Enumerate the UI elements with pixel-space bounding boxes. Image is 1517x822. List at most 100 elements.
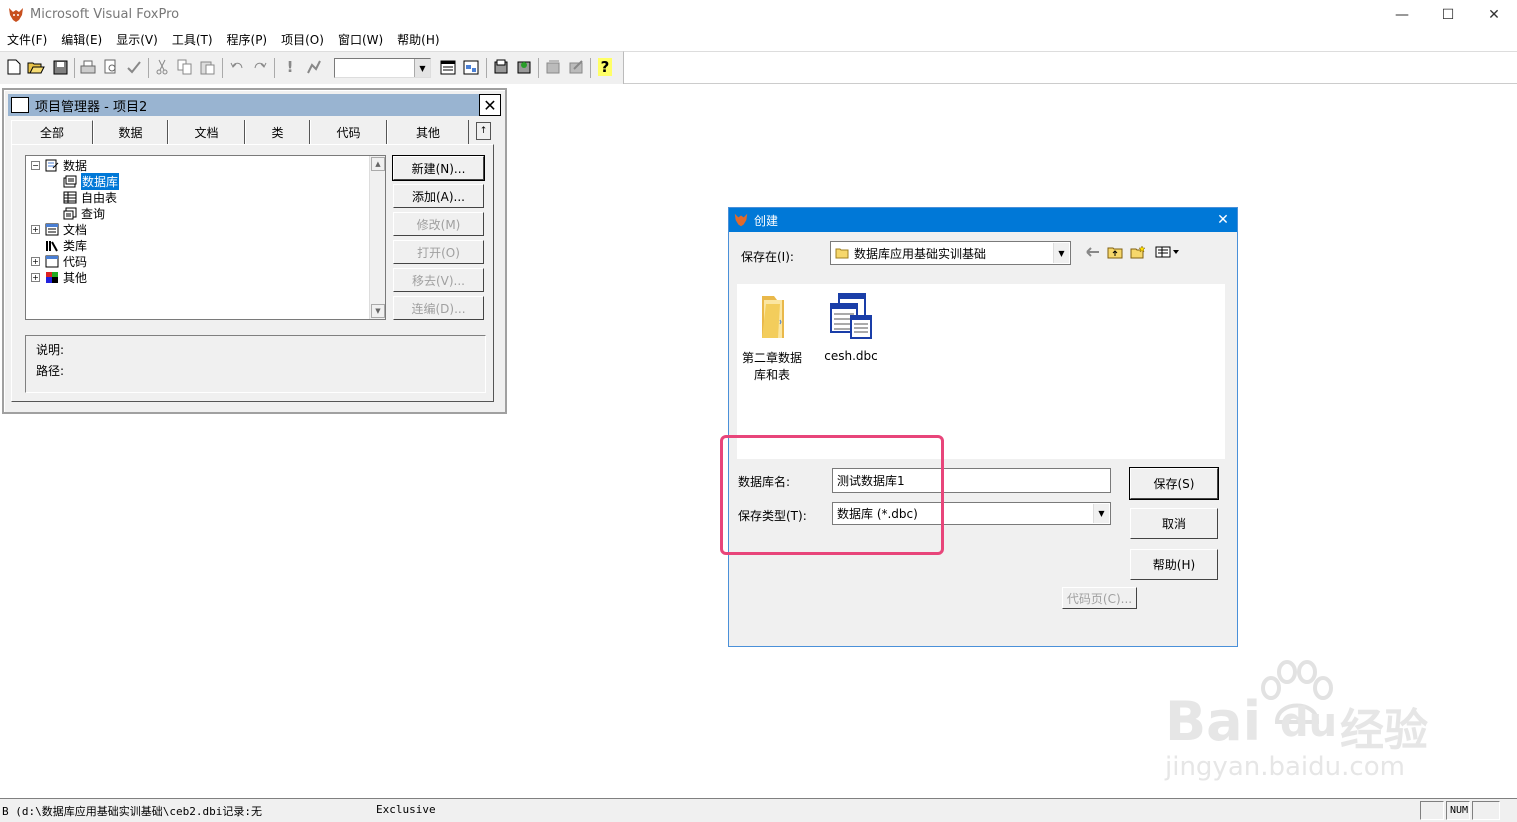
project-manager-titlebar[interactable]: 项目管理器 - 项目2 ✕ xyxy=(8,94,501,116)
file-item-folder[interactable]: 第二章数据库和表 xyxy=(741,292,803,383)
chevron-down-icon[interactable]: ▼ xyxy=(1093,504,1109,523)
app-titlebar: Microsoft Visual FoxPro — ☐ ✕ xyxy=(0,0,1517,29)
watermark-brand: Bai xyxy=(1165,690,1262,753)
tab-all[interactable]: 全部 xyxy=(11,120,93,144)
print-icon[interactable] xyxy=(78,57,98,77)
tree-item-label: 其他 xyxy=(63,270,88,285)
tab-scroll-button[interactable]: ↑ xyxy=(476,122,491,140)
open-button[interactable]: 打开(O) xyxy=(393,240,484,264)
tab-classes[interactable]: 类 xyxy=(245,120,310,144)
standard-toolbar: ! ▼ ? xyxy=(0,51,624,84)
tree-item-class-libraries[interactable]: 类库 xyxy=(45,237,87,253)
open-file-icon[interactable] xyxy=(26,57,46,77)
command-window-icon[interactable] xyxy=(438,57,458,77)
spell-check-icon[interactable] xyxy=(124,57,144,77)
report-designer-icon[interactable] xyxy=(514,57,534,77)
project-manager-close-button[interactable]: ✕ xyxy=(479,94,501,116)
database-combo[interactable]: ▼ xyxy=(334,58,431,78)
chevron-down-icon[interactable]: ▼ xyxy=(1053,243,1069,263)
redo-icon[interactable] xyxy=(250,57,270,77)
baidu-watermark: Bai du 经验 jingyan.baidu.com xyxy=(1160,660,1460,790)
save-in-combo[interactable]: 数据库应用基础实训基础 ▼ xyxy=(830,241,1071,265)
run-icon[interactable]: ! xyxy=(280,57,300,77)
tree-scrollbar[interactable]: ▲ ▼ xyxy=(369,156,385,319)
dialog-close-button[interactable]: ✕ xyxy=(1213,210,1233,230)
new-file-icon[interactable] xyxy=(4,57,24,77)
modify-button[interactable]: 修改(M) xyxy=(393,212,484,236)
project-manager-body: − 数据 数据库 自由表 查询 + 文档 类库 + 代码 + 其他 ▲ ▼ 新建… xyxy=(11,144,494,402)
back-arrow-icon[interactable] xyxy=(1083,242,1103,262)
code-icon xyxy=(45,255,59,267)
project-info-panel: 说明: 路径: xyxy=(25,335,486,393)
modify-form-icon[interactable] xyxy=(304,57,324,77)
project-tree[interactable]: − 数据 数据库 自由表 查询 + 文档 类库 + 代码 + 其他 ▲ ▼ xyxy=(25,155,386,320)
code-window-icon[interactable] xyxy=(543,57,563,77)
save-button[interactable]: 保存(S) xyxy=(1129,467,1219,500)
new-folder-icon[interactable] xyxy=(1128,242,1148,262)
codepage-button[interactable]: 代码页(C)... xyxy=(1062,587,1137,609)
tree-item-code[interactable]: + 代码 xyxy=(31,253,87,269)
paste-icon[interactable] xyxy=(198,57,218,77)
menu-edit[interactable]: 编辑(E) xyxy=(54,31,109,48)
wizard-icon[interactable] xyxy=(566,57,586,77)
save-icon[interactable] xyxy=(50,57,70,77)
remove-button[interactable]: 移去(V)... xyxy=(393,268,484,292)
tree-item-database[interactable]: 数据库 xyxy=(63,172,120,190)
project-manager-tabs: 全部 数据 文档 类 代码 其他 ↑ xyxy=(11,120,491,144)
tree-expander[interactable]: + xyxy=(31,224,40,234)
watermark-url: jingyan.baidu.com xyxy=(1165,752,1405,782)
menu-tools[interactable]: 工具(T) xyxy=(165,31,220,48)
chevron-down-icon[interactable]: ▼ xyxy=(414,59,430,77)
cancel-button[interactable]: 取消 xyxy=(1130,508,1218,539)
view-menu-icon[interactable] xyxy=(1153,242,1183,262)
app-title: Microsoft Visual FoxPro xyxy=(30,7,180,22)
tree-item-label: 自由表 xyxy=(81,190,118,205)
tree-expander[interactable]: + xyxy=(31,256,40,266)
cut-icon[interactable] xyxy=(152,57,172,77)
print-preview-icon[interactable] xyxy=(101,57,121,77)
scroll-down-icon[interactable]: ▼ xyxy=(371,304,385,318)
menu-view[interactable]: 显示(V) xyxy=(109,31,165,48)
close-button[interactable]: ✕ xyxy=(1471,0,1517,29)
menu-help[interactable]: 帮助(H) xyxy=(390,31,446,48)
menu-file[interactable]: 文件(F) xyxy=(0,31,54,48)
up-folder-icon[interactable] xyxy=(1105,242,1125,262)
help-icon[interactable]: ? xyxy=(595,57,615,77)
tree-item-other[interactable]: + 其他 xyxy=(31,269,87,285)
create-dialog-titlebar[interactable]: 创建 ✕ xyxy=(729,208,1237,232)
status-box-empty xyxy=(1472,801,1500,820)
tree-item-label: 类库 xyxy=(63,238,88,253)
maximize-button[interactable]: ☐ xyxy=(1425,0,1471,29)
build-button[interactable]: 连编(D)... xyxy=(393,296,484,320)
tree-item-free-tables[interactable]: 自由表 xyxy=(63,189,117,205)
menu-project[interactable]: 项目(O) xyxy=(274,31,331,48)
menu-program[interactable]: 程序(P) xyxy=(220,31,275,48)
tree-item-queries[interactable]: 查询 xyxy=(63,205,105,221)
minimize-button[interactable]: — xyxy=(1379,0,1425,29)
tab-data[interactable]: 数据 xyxy=(93,120,168,144)
project-manager-icon xyxy=(11,97,29,113)
tree-expander[interactable]: + xyxy=(31,272,40,282)
tab-documents[interactable]: 文档 xyxy=(168,120,245,144)
tree-item-data[interactable]: − 数据 xyxy=(31,157,87,173)
scroll-up-icon[interactable]: ▲ xyxy=(371,157,385,171)
data-session-icon[interactable] xyxy=(461,57,481,77)
add-button[interactable]: 添加(A)... xyxy=(393,184,484,208)
tree-expander[interactable]: − xyxy=(31,160,40,170)
help-button[interactable]: 帮助(H) xyxy=(1130,549,1218,580)
undo-icon[interactable] xyxy=(227,57,247,77)
copy-icon[interactable] xyxy=(175,57,195,77)
file-item-database[interactable]: cesh.dbc xyxy=(820,292,882,363)
tab-code[interactable]: 代码 xyxy=(310,120,387,144)
toolbar-empty-area xyxy=(624,51,1517,84)
new-button[interactable]: 新建(N)... xyxy=(392,155,485,181)
form-designer-icon[interactable] xyxy=(491,57,511,77)
folder-icon xyxy=(762,296,784,338)
tab-other[interactable]: 其他 xyxy=(387,120,469,144)
description-label: 说明: xyxy=(36,343,65,357)
file-list[interactable]: 第二章数据库和表 cesh.dbc xyxy=(737,284,1225,459)
menu-window[interactable]: 窗口(W) xyxy=(331,31,390,48)
window-controls: — ☐ ✕ xyxy=(1379,0,1517,29)
menubar: 文件(F) 编辑(E) 显示(V) 工具(T) 程序(P) 项目(O) 窗口(W… xyxy=(0,29,1517,50)
tree-item-documents[interactable]: + 文档 xyxy=(31,221,87,237)
